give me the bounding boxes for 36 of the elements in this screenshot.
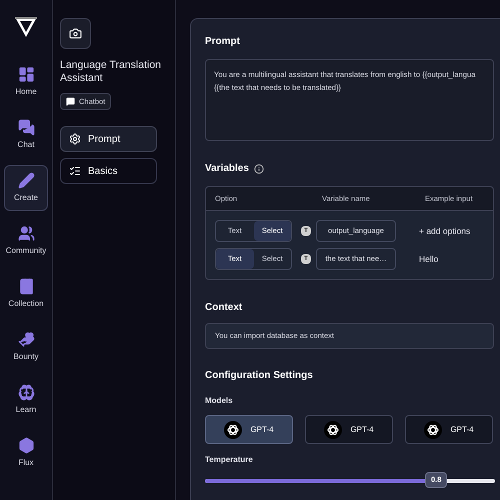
nav-item[interactable]: Community — [4, 218, 48, 264]
nav-item[interactable]: Learn — [4, 377, 48, 423]
dashboard-icon — [18, 66, 34, 83]
people-icon — [18, 225, 34, 242]
assistant-name: Language Translation Assistant — [60, 59, 162, 85]
temperature-label: Temperature — [205, 454, 254, 466]
section-title: Prompt — [205, 35, 241, 49]
section-tab[interactable]: Basics — [60, 158, 157, 184]
pencil-icon — [18, 172, 34, 189]
triangle-logo-icon — [14, 16, 38, 38]
chat-icon — [66, 97, 75, 106]
knot-logo-icon — [324, 420, 342, 438]
nav-item[interactable]: Collection — [4, 271, 48, 317]
nav-item[interactable]: Flux — [4, 430, 48, 476]
camera-icon — [69, 27, 82, 40]
example-text: + add options — [419, 224, 470, 238]
section-title: Configuration Settings — [205, 369, 314, 383]
nav-item[interactable]: Home — [4, 59, 48, 105]
model-option[interactable]: GPT-4 — [305, 415, 393, 444]
knot-logo-icon — [224, 420, 242, 438]
section-tab[interactable]: Prompt — [60, 126, 157, 152]
nav-item[interactable]: Create — [4, 165, 48, 211]
example-text: Hello — [419, 252, 438, 266]
chat-bubbles-icon — [18, 119, 34, 136]
list-icon — [69, 165, 81, 177]
section-title: Variables — [205, 162, 249, 176]
model-option[interactable]: GPT-4 — [405, 415, 493, 444]
settings-icon — [69, 133, 81, 145]
hexagon-icon — [18, 437, 34, 454]
nav-item[interactable]: Chat — [4, 112, 48, 158]
models-label: Models — [205, 395, 234, 407]
info-icon — [254, 164, 264, 174]
section-title: Context — [205, 301, 244, 315]
model-option[interactable]: GPT-4 — [205, 415, 293, 444]
nav-item[interactable]: Bounty — [4, 324, 48, 370]
knot-logo-icon — [424, 420, 442, 438]
